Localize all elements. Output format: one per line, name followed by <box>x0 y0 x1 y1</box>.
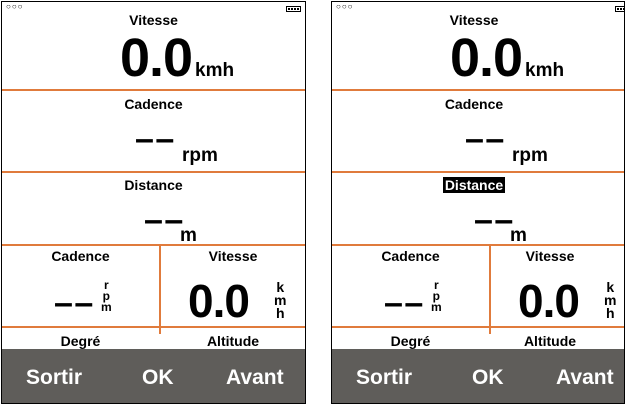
status-dots-icon: ○○○ <box>336 2 354 11</box>
cadence-unit: rpm <box>182 145 218 166</box>
battery-icon <box>286 6 301 12</box>
cadence-unit: rpm <box>512 145 548 166</box>
ok-button[interactable]: OK <box>472 366 504 390</box>
cadence-value: – – <box>135 120 174 158</box>
divider <box>332 326 624 328</box>
ok-button[interactable]: OK <box>142 366 174 390</box>
softkey-bar: Sortir OK Avant <box>332 349 624 403</box>
speed-value: 0.0 <box>120 28 193 88</box>
grid-cadence-value: – – <box>384 284 423 322</box>
speed-unit: kmh <box>525 60 565 81</box>
next-button[interactable]: Avant <box>226 366 284 390</box>
distance-label-selected[interactable]: Distance <box>332 177 616 193</box>
status-dots-icon: ○○○ <box>6 2 24 11</box>
softkey-bar: Sortir OK Avant <box>2 349 305 403</box>
distance-value: – – <box>474 201 513 239</box>
speed-unit: kmh <box>195 60 235 81</box>
speed-label: Vitesse <box>129 12 178 28</box>
selection-highlight: Distance <box>442 177 506 193</box>
altitude-label: Altitude <box>523 333 577 349</box>
grid-speed-value: 0.0 <box>188 275 250 327</box>
cadence-label: Cadence <box>444 96 504 112</box>
distance-value: – – <box>144 201 183 239</box>
degree-label: Degré <box>390 333 431 349</box>
divider <box>332 89 624 91</box>
distance-label: Distance <box>124 177 183 193</box>
exit-button[interactable]: Sortir <box>26 366 82 390</box>
divider <box>2 171 305 173</box>
altitude-label: Altitude <box>206 333 260 349</box>
grid-speed-value: 0.0 <box>518 275 580 327</box>
exit-button[interactable]: Sortir <box>356 366 412 390</box>
grid-cadence-value: – – <box>54 284 93 322</box>
device-screen-left: ○○○ Vitesse 0.0 kmh Cadence – – rpm Dist… <box>1 1 306 404</box>
device-screen-right: ○○○ Vitesse 0.0 kmh Cadence – – rpm Dist… <box>331 1 625 404</box>
divider <box>2 326 305 328</box>
divider <box>332 171 624 173</box>
grid-cadence-label: Cadence <box>51 248 110 264</box>
cadence-label: Cadence <box>124 96 183 112</box>
grid-cadence-unit: r p m <box>101 278 112 314</box>
next-button[interactable]: Avant <box>556 366 614 390</box>
speed-label: Vitesse <box>449 12 499 28</box>
grid-cadence-label: Cadence <box>381 248 440 264</box>
grid-speed-unit: k m h <box>604 279 617 321</box>
divider <box>332 244 624 246</box>
grid-speed-unit: k m h <box>274 279 287 321</box>
battery-icon <box>615 6 624 12</box>
divider <box>2 89 305 91</box>
divider <box>2 244 305 246</box>
grid-speed-label: Vitesse <box>525 248 575 264</box>
grid-cadence-unit: r p m <box>431 278 442 314</box>
speed-value: 0.0 <box>450 28 523 88</box>
cadence-value: – – <box>465 120 504 158</box>
degree-label: Degré <box>60 333 101 349</box>
grid-speed-label: Vitesse <box>208 248 258 264</box>
